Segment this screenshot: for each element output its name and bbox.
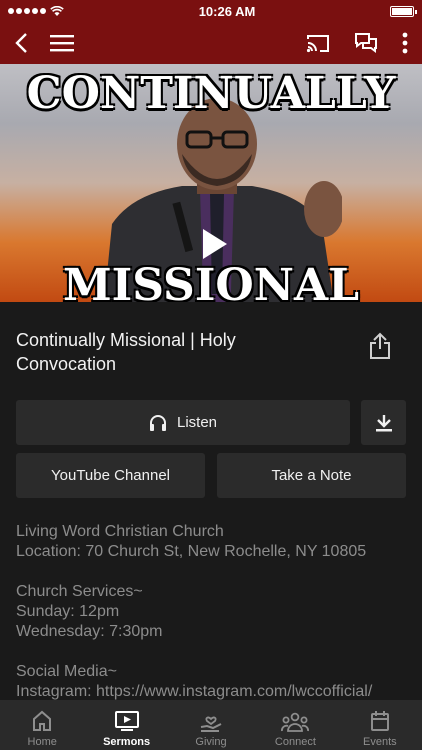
- status-time: 10:26 AM: [198, 3, 256, 19]
- take-note-label: Take a Note: [271, 467, 352, 484]
- chevron-left-icon: [15, 33, 27, 53]
- back-button[interactable]: [14, 32, 28, 54]
- tab-giving[interactable]: Giving: [169, 700, 253, 750]
- sermon-video-thumbnail[interactable]: CONTINUALLY MISSIONAL: [0, 64, 422, 302]
- youtube-channel-label: YouTube Channel: [51, 467, 170, 484]
- signal-strength-icon: [8, 8, 46, 14]
- chat-button[interactable]: [354, 32, 378, 54]
- download-button[interactable]: [361, 400, 406, 445]
- cast-icon: [306, 35, 329, 53]
- status-bar: 10:26 AM: [0, 0, 422, 22]
- listen-button[interactable]: Listen: [16, 400, 350, 445]
- tab-home-label: Home: [27, 736, 57, 748]
- calendar-icon: [370, 711, 389, 731]
- giving-hand-icon: [200, 716, 222, 732]
- share-button[interactable]: [368, 332, 392, 360]
- more-options-button[interactable]: [402, 32, 408, 54]
- thumbnail-title-top: CONTINUALLY: [26, 68, 396, 119]
- tab-events[interactable]: Events: [338, 700, 422, 750]
- cast-button[interactable]: [306, 33, 330, 53]
- take-note-button[interactable]: Take a Note: [217, 453, 406, 498]
- youtube-channel-button[interactable]: YouTube Channel: [16, 453, 205, 498]
- sermon-description: Living Word Christian Church Location: 7…: [16, 523, 373, 700]
- chat-bubbles-icon: [355, 33, 377, 53]
- more-vertical-icon: [402, 32, 408, 54]
- hamburger-menu-icon: [50, 35, 74, 52]
- listen-label: Listen: [176, 414, 218, 431]
- tab-sermons[interactable]: Sermons: [84, 700, 168, 750]
- wifi-icon: [50, 5, 64, 16]
- group-icon: [281, 712, 310, 732]
- tab-home[interactable]: Home: [0, 700, 84, 750]
- bottom-tab-bar: Home Sermons Giving Connect Events: [0, 700, 422, 750]
- tab-sermons-label: Sermons: [103, 736, 151, 748]
- share-icon: [370, 332, 390, 359]
- signal-indicator: [8, 5, 64, 17]
- top-nav-bar: [0, 22, 422, 64]
- menu-button[interactable]: [50, 34, 74, 52]
- home-icon: [33, 710, 52, 731]
- tab-connect[interactable]: Connect: [253, 700, 337, 750]
- battery-icon: [389, 5, 417, 17]
- thumbnail-title-bottom: MISSIONAL: [62, 260, 360, 302]
- tv-play-icon: [114, 711, 139, 731]
- play-icon[interactable]: [193, 224, 233, 264]
- tab-events-label: Events: [363, 736, 397, 748]
- headphones-icon: [149, 414, 166, 431]
- download-icon: [375, 414, 392, 431]
- tab-connect-label: Connect: [274, 736, 316, 748]
- sermon-title: Continually Missional | Holy Convocation: [16, 330, 236, 374]
- tab-giving-label: Giving: [195, 736, 227, 748]
